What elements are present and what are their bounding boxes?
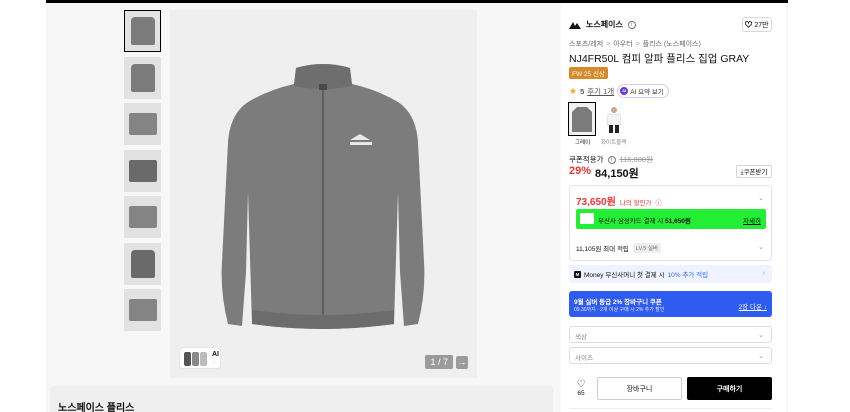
info-icon: ⓘ (655, 200, 663, 207)
points-text: 11,105원 최대 적립 (576, 246, 629, 253)
points-row[interactable]: 11,105원 최대 적립 LV.5 실버 (576, 243, 661, 253)
description-section: 노스페이스 플리스 (50, 386, 553, 412)
thumbnail-1[interactable] (124, 10, 161, 52)
breadcrumb-separator: > (635, 41, 640, 48)
chevron-down-icon: ⌄ (758, 353, 764, 360)
wish-count: 65 (577, 390, 585, 397)
coupon-banner-title: 9월 실버 등급 2% 장바구니 쿠폰 (574, 299, 662, 306)
original-price: 116,000원 (619, 155, 653, 164)
my-discount-row[interactable]: 73,650원 나의 할인가 ⓘ (576, 193, 662, 208)
card-promo-price: 51,650원 (665, 218, 691, 225)
add-to-cart-button[interactable]: 장바구니 (597, 377, 682, 400)
heart-icon: ♡ (576, 379, 586, 390)
description-heading: 노스페이스 플리스 (58, 403, 135, 412)
money-text: Money 무신사머니 첫 결제 시 (584, 272, 665, 279)
ai-summary-button[interactable]: AI AI 요약 보기 (617, 84, 669, 98)
like-button[interactable]: 27만 (742, 17, 772, 32)
swatch-label: 화이트블랙 (601, 140, 627, 146)
breadcrumb: 스포츠/레저 > 아우터 > 플리스 (노스페이스) (569, 39, 701, 49)
chevron-down-icon: ⌄ (758, 332, 764, 339)
thumbnail-4[interactable] (124, 149, 161, 192)
card-promo-more-link[interactable]: 자세히 (743, 215, 761, 225)
coupon-price-row: 쿠폰적용가 i 116,000원 (569, 154, 653, 165)
swatch-white-black[interactable] (601, 103, 627, 135)
ai-fitting-chip[interactable]: AI ◦ (179, 347, 221, 369)
color-swatches (568, 102, 627, 136)
wishlist-button[interactable]: ♡ 65 (574, 379, 588, 397)
ai-summary-label: AI 요약 보기 (630, 89, 664, 96)
thumbnail-5[interactable] (124, 196, 161, 238)
product-title: NJ4FR50L 컴피 알파 플리스 집업 GRAY (569, 53, 750, 65)
money-highlight: 10% 추가 적립 (667, 272, 709, 279)
coupon-info-icon[interactable]: i (607, 155, 616, 164)
ai-chip-dot: ◦ (213, 360, 216, 366)
discount-rate: 29% (569, 165, 592, 177)
brand-info-icon[interactable]: i (627, 20, 636, 29)
coupon-banner-download[interactable]: 2장 다운 ↓ (739, 301, 767, 311)
product-info-panel: 노스페이스 i 27만 스포츠/레저 > 아우터 > 플리스 (노스페이스) NJ4FR… (561, 3, 786, 412)
breadcrumb-item[interactable]: 플리스 (노스페이스) (643, 41, 701, 48)
like-count: 27만 (754, 21, 769, 29)
size-select[interactable]: 사이즈 ⌄ (569, 347, 772, 364)
ai-sparkle-icon: AI (620, 87, 629, 95)
coupon-download-button[interactable]: ⤓쿠폰받기 (736, 165, 772, 178)
star-icon: ★ (569, 85, 578, 96)
thumbnail-7[interactable] (124, 289, 161, 331)
breadcrumb-item[interactable]: 아우터 (613, 41, 632, 48)
money-icon: M (574, 270, 581, 278)
image-pager: 1 / 7 (425, 355, 453, 369)
review-link[interactable]: 후기 1개 (587, 86, 614, 97)
next-image-button[interactable]: → (456, 356, 468, 369)
breadcrumb-item[interactable]: 스포츠/레저 (569, 41, 603, 48)
swatch-label: 그레이 (575, 140, 591, 146)
buy-now-button[interactable]: 구매하기 (687, 377, 772, 400)
rating-row: ★ 5 후기 1개 AI AI 요약 보기 (569, 84, 669, 98)
membership-tag: LV.5 실버 (632, 243, 661, 253)
thumbnail-6[interactable] (124, 242, 161, 285)
brand-name: 노스페이스 (586, 20, 623, 29)
my-discount-amount: 73,650원 (576, 197, 616, 208)
sale-price: 84,150원 (595, 168, 639, 180)
chevron-down-icon[interactable]: ⌄ (758, 243, 764, 251)
chevron-down-icon[interactable]: ⌄ (758, 194, 764, 202)
thumbnail-2[interactable] (124, 56, 161, 99)
coupon-banner-subtitle: 09.30까지 · 2개 이상 구매 시 2% 추가 할인 (574, 307, 665, 313)
color-select-placeholder: 색상 (575, 334, 587, 341)
download-icon: ↓ (763, 304, 767, 311)
my-discount-label: 나의 할인가 (619, 200, 652, 207)
coupon-price-label: 쿠폰적용가 (569, 155, 604, 164)
heart-icon (745, 21, 753, 28)
musinsa-money-banner[interactable]: M Money 무신사머니 첫 결제 시 10% 추가 적립 › (569, 265, 772, 283)
size-select-placeholder: 사이즈 (575, 355, 593, 362)
season-badge: FW 25 신상 (569, 67, 608, 79)
thumbnail-3[interactable] (124, 103, 161, 145)
card-promo-banner[interactable]: 무신사 삼성카드 결제 시 51,650원 자세히 (576, 209, 766, 229)
brand-row[interactable]: 노스페이스 i (569, 19, 636, 30)
benefits-card: 73,650원 나의 할인가 ⓘ ⌄ 무신사 삼성카드 결제 시 51,650원… (569, 185, 772, 261)
rating-value: 5 (580, 86, 585, 96)
thumbnail-list (124, 10, 162, 336)
card-promo-text: 무신사 삼성카드 결제 시 (598, 218, 664, 225)
price-row: 29% 84,150원 (569, 165, 639, 181)
coupon-banner[interactable]: 9월 실버 등급 2% 장바구니 쿠폰 09.30까지 · 2개 이상 구매 시… (569, 291, 772, 317)
ai-chip-label: AI (212, 351, 219, 358)
chevron-right-icon: › (762, 270, 765, 277)
fleece-jacket-image (221, 64, 425, 329)
divider (569, 408, 772, 412)
credit-card-icon (580, 213, 594, 224)
breadcrumb-separator: > (606, 41, 611, 48)
coupon-banner-download-label: 2장 다운 (738, 304, 762, 311)
swatch-gray[interactable] (568, 102, 596, 136)
color-select[interactable]: 색상 ⌄ (569, 326, 772, 343)
brand-logo-icon (569, 21, 581, 29)
main-product-image[interactable]: 1 / 7 → (170, 10, 477, 378)
